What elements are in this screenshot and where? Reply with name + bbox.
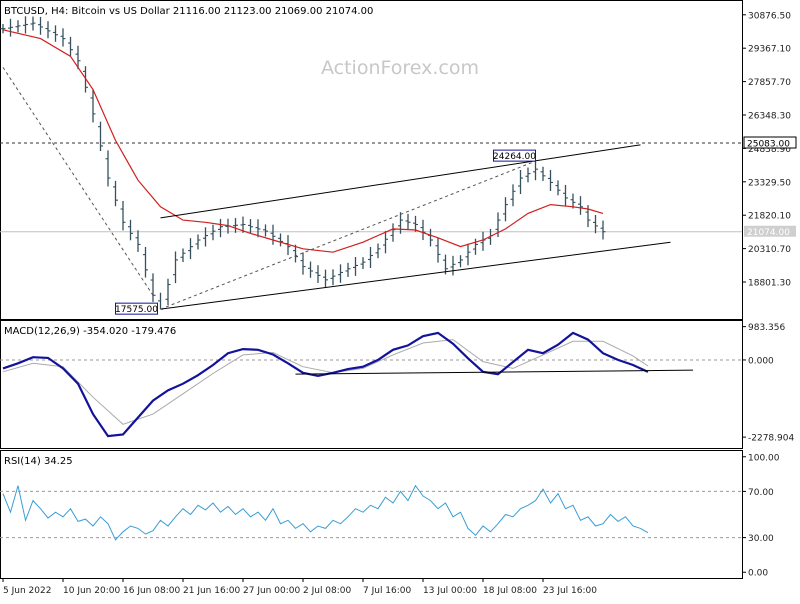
rsi-line <box>2 484 649 541</box>
price-axis-label: 20310.70 <box>748 245 791 255</box>
resistance-axis-label: 25083.00 <box>747 140 790 150</box>
chart-window: ActionForex.com BTCUSD, H4: Bitcoin vs U… <box>0 0 800 600</box>
macd-axis-label: 0.000 <box>748 356 774 366</box>
price-axis-label: 18801.30 <box>748 279 791 289</box>
rsi-title: RSI(14) 34.25 <box>4 456 73 467</box>
chart-canvas: ActionForex.com BTCUSD, H4: Bitcoin vs U… <box>0 0 797 596</box>
price-axis-label: 23329.50 <box>748 178 791 188</box>
dashed-trend-line <box>2 67 154 296</box>
time-axis-label: 10 Jun 20:00 <box>63 586 120 596</box>
time-axis-label: 18 Jul 08:00 <box>483 586 537 596</box>
high-label: 24264.00 <box>493 152 536 162</box>
current-price-axis-label: 21074.00 <box>747 228 790 238</box>
time-axis-label: 23 Jul 16:00 <box>543 586 597 596</box>
price-axis-label: 21820.10 <box>748 212 791 222</box>
price-axis-label: 30876.50 <box>748 11 791 21</box>
macd-axis-label: 983.356 <box>748 323 785 333</box>
price-panel-frame <box>0 0 743 320</box>
macd-panel-frame <box>0 320 743 449</box>
time-axis-label: 27 Jun 00:00 <box>243 586 300 596</box>
macd-axis-label: -2278.904 <box>748 434 794 444</box>
price-axis-label: 27857.70 <box>748 78 791 88</box>
rsi-axis-label: 30.00 <box>748 534 774 544</box>
rsi-axis-label: 0.00 <box>748 569 768 579</box>
macd-title: MACD(12,26,9) -354.020 -179.476 <box>4 326 176 337</box>
moving-average-line <box>2 29 604 253</box>
watermark: ActionForex.com <box>321 57 479 79</box>
macd-layer <box>0 331 742 438</box>
macd-signal-line <box>2 339 649 425</box>
symbol-header: BTCUSD, H4: Bitcoin vs US Dollar 21116.0… <box>4 6 373 17</box>
rsi-panel-frame <box>0 450 743 579</box>
time-axis-label: 16 Jun 08:00 <box>123 586 180 596</box>
rsi-axis-label: 100.00 <box>748 453 780 463</box>
channel-lower-line <box>160 241 671 310</box>
rsi-axis-label: 70.00 <box>748 488 774 498</box>
price-axis-label: 26348.30 <box>748 112 791 122</box>
time-axis-label: 7 Jul 16:00 <box>363 586 412 596</box>
time-axis-label: 13 Jul 00:00 <box>423 586 477 596</box>
macd-line <box>2 331 649 438</box>
dashed-trend-line <box>160 160 536 310</box>
time-axis-label: 2 Jul 08:00 <box>303 586 352 596</box>
rsi-layer <box>0 484 742 541</box>
low-label: 17575.00 <box>115 305 158 315</box>
time-axis-label: 21 Jun 16:00 <box>183 586 240 596</box>
time-axis-label: 5 Jun 2022 <box>3 586 51 596</box>
price-axis-label: 29367.10 <box>748 45 791 55</box>
